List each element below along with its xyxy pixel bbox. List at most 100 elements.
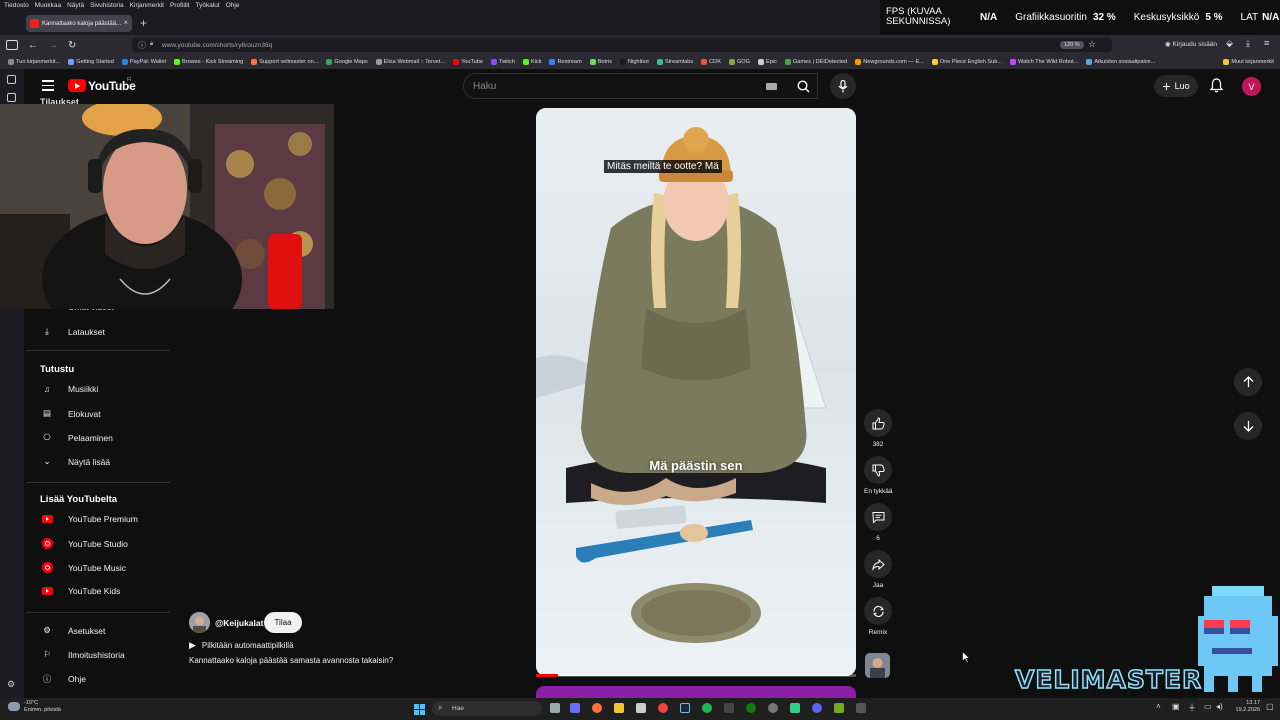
page-info-icon[interactable]: ⓘ [138, 40, 146, 51]
chrome-icon[interactable] [658, 703, 668, 713]
notification-center-icon[interactable]: ▢ [1266, 702, 1274, 711]
bookmark-item[interactable]: Google Maps [326, 59, 368, 65]
bookmark-item[interactable]: Botrix [589, 59, 612, 65]
bookmark-item[interactable]: One Piece English Sub... [931, 59, 1002, 65]
steam-icon[interactable] [680, 703, 690, 713]
bookmark-item[interactable]: Newgrounds.com — E... [855, 59, 924, 65]
video-progress-bar[interactable] [536, 674, 856, 677]
sidebar-item-studio[interactable]: YouTube Studio [40, 538, 128, 549]
next-short-button[interactable] [1234, 412, 1262, 440]
taskbar-clock[interactable]: 13.17 19.2.2026 [1228, 700, 1260, 714]
taskbar-search[interactable]: ⌕ Hae [432, 701, 542, 716]
next-short-preview[interactable] [536, 686, 856, 698]
weather-widget[interactable]: -10°C Enimm. pilvistä [24, 700, 61, 714]
remix-button[interactable]: Remix [864, 597, 892, 636]
tray-app-icon[interactable]: ▣ [1172, 702, 1180, 711]
previous-short-button[interactable] [1234, 368, 1262, 396]
zoom-level-badge[interactable]: 120 % [1060, 41, 1084, 49]
back-icon[interactable]: ← [28, 40, 38, 51]
bookmark-item[interactable]: PayPal: Wallet [121, 59, 166, 65]
sidebar-item-show-more[interactable]: ⌄ Näytä lisää [40, 456, 110, 467]
bookmark-star-icon[interactable]: ☆ [1088, 39, 1096, 50]
sidebar-item-help[interactable]: ⓘ Ohje [40, 673, 86, 685]
account-avatar[interactable]: V [1242, 77, 1261, 96]
bookmark-item[interactable]: Epic [758, 59, 777, 65]
menu-file[interactable]: Tiedosto [4, 2, 29, 9]
task-view-icon[interactable] [550, 703, 560, 713]
menu-history[interactable]: Sivuhistoria [90, 2, 124, 9]
sidebar-item-music-app[interactable]: YouTube Music [40, 562, 126, 573]
xbox-icon[interactable] [746, 703, 756, 713]
sidebar-item-premium[interactable]: YouTube Premium [40, 514, 138, 524]
url-bar[interactable]: ⓘ 🔒︎ www.youtube.com/shorts/ry6rouzn36q [132, 38, 1112, 52]
like-button[interactable]: 382 [864, 409, 892, 448]
bookmark-item[interactable]: Games | DEIDetected [784, 59, 847, 65]
short-video-player[interactable] [536, 108, 856, 676]
menu-icon[interactable]: ≡ [1264, 38, 1269, 48]
bookmark-item[interactable]: Getting Started [68, 59, 114, 65]
sidebar-item-downloads[interactable]: ⤓ Lataukset [40, 326, 105, 337]
guide-menu-icon[interactable] [42, 80, 54, 91]
bookmark-item[interactable]: Twitch [491, 59, 515, 65]
close-tab-icon[interactable]: × [123, 18, 128, 27]
sidebar-item-settings[interactable]: ⚙ Asetukset [40, 625, 105, 636]
teams-icon[interactable] [570, 703, 580, 713]
ai-chat-icon[interactable] [7, 75, 16, 84]
customize-sidebar-icon[interactable]: ⚙ [7, 679, 15, 690]
notifications-bell-icon[interactable] [1209, 78, 1224, 98]
bookmark-item[interactable]: Aikuisten sosiaalipalve... [1086, 59, 1155, 65]
download-icon[interactable]: ⤓ [1246, 38, 1250, 49]
app-icon[interactable] [724, 703, 734, 713]
bookmark-item[interactable]: Streamlabs [656, 59, 693, 65]
menu-edit[interactable]: Muokkaa [35, 2, 61, 9]
channel-avatar[interactable] [189, 612, 210, 633]
bookmark-item[interactable]: Kick [522, 59, 541, 65]
voice-search-button[interactable] [830, 73, 856, 99]
bookmark-item[interactable]: GOG [728, 59, 750, 65]
bookmark-item[interactable]: Browse - Kick Streaming [174, 59, 243, 65]
discord-icon[interactable] [812, 703, 822, 713]
dislike-button[interactable]: En tykkää [864, 456, 893, 495]
firefox-icon[interactable] [592, 703, 602, 713]
comments-button[interactable]: 6 [864, 503, 892, 542]
create-button[interactable]: + Luo [1154, 75, 1198, 97]
search-button[interactable] [788, 73, 818, 99]
sync-tabs-icon[interactable] [7, 93, 16, 102]
forward-icon[interactable]: → [48, 40, 58, 51]
bookmark-item[interactable]: Elisa Webmail :: Tervet... [375, 59, 445, 65]
bookmark-item[interactable]: Nightbot [620, 59, 649, 65]
active-tab[interactable]: Kannattaako kaloja päästää... × [26, 15, 132, 32]
bookmark-item[interactable]: Muut kirjanmerkit [1223, 59, 1274, 65]
volume-icon[interactable]: ◂) [1216, 702, 1223, 711]
share-button[interactable]: Jaa [864, 550, 892, 589]
menu-help[interactable]: Ohje [226, 2, 240, 9]
app-icon[interactable] [856, 703, 866, 713]
store-icon[interactable] [636, 703, 646, 713]
obs-icon[interactable] [768, 703, 778, 713]
sidebar-toggle-icon[interactable] [6, 40, 18, 50]
channel-name[interactable]: @Keijukalat [215, 618, 263, 628]
sidebar-item-music[interactable]: ♫ Musiikki [40, 384, 98, 394]
microphone-icon[interactable]: ⏚ [1188, 702, 1196, 713]
bookmark-item[interactable]: Watch The Wild Robot... [1010, 59, 1078, 65]
bookmark-item[interactable]: Restream [549, 59, 582, 65]
subscribe-button[interactable]: Tilaa [264, 612, 302, 633]
bookmark-item[interactable]: YouTube [453, 59, 483, 65]
app-icon[interactable] [790, 703, 800, 713]
extensions-icon[interactable]: ⬙ [1226, 38, 1233, 49]
menu-view[interactable]: Näytä [67, 2, 84, 9]
network-icon[interactable]: ▭ [1204, 702, 1212, 711]
reload-icon[interactable]: ↻ [68, 40, 76, 51]
youtube-logo-icon[interactable] [68, 79, 86, 92]
sidebar-item-report-history[interactable]: ⚐ Ilmoitushistoria [40, 649, 125, 660]
bookmark-item[interactable]: CDK [701, 59, 721, 65]
menu-tools[interactable]: Työkalut [196, 2, 220, 9]
keyboard-icon[interactable] [766, 83, 777, 90]
bookmark-item[interactable]: Support velimaster on... [251, 59, 318, 65]
file-explorer-icon[interactable] [614, 703, 624, 713]
nvidia-icon[interactable] [834, 703, 844, 713]
bookmark-item[interactable]: Tuo kirjanmerkit... [8, 59, 60, 65]
sidebar-item-kids[interactable]: YouTube Kids [40, 586, 120, 596]
sidebar-item-movies[interactable]: ▤ Elokuvat [40, 408, 101, 419]
sound-link[interactable]: ▶ Pilkitään automaattipilkillä [189, 640, 294, 651]
